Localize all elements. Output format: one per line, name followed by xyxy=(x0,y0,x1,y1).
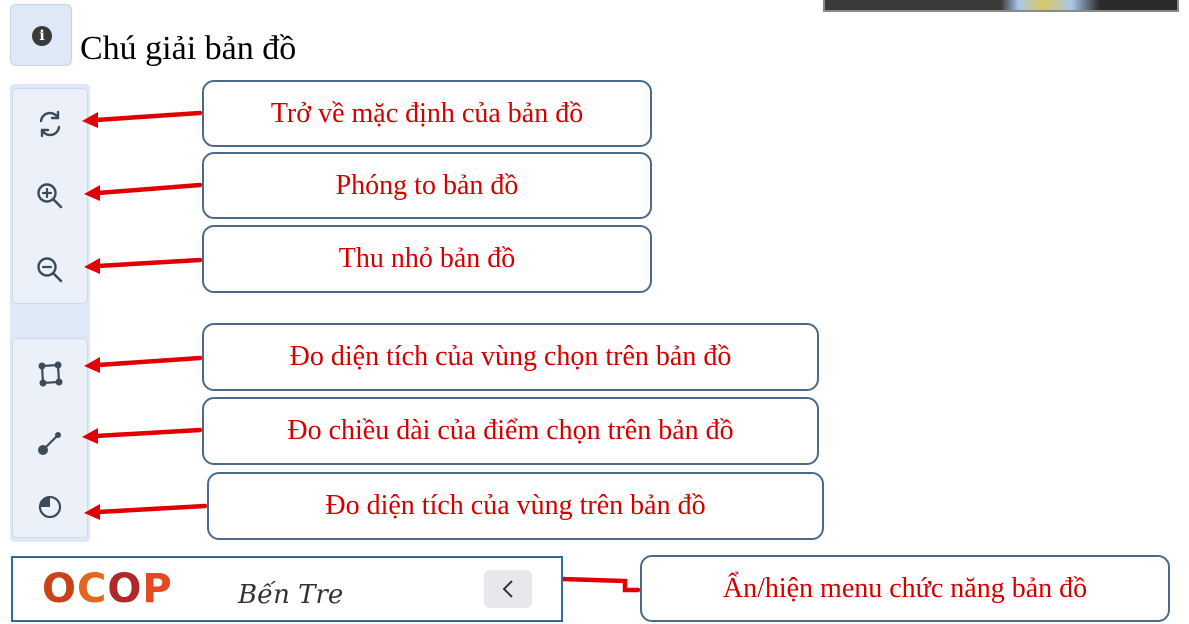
info-button[interactable]: i xyxy=(10,4,72,66)
polygon-select-icon xyxy=(38,361,63,387)
measure-circle-button[interactable] xyxy=(29,485,71,527)
logo-place-name: Bến Tre xyxy=(238,580,344,610)
chevron-left-icon xyxy=(502,580,513,598)
callout-measure-area: Đo diện tích của vùng trên bản đồ xyxy=(207,472,824,540)
logo-letter-o2: O xyxy=(107,566,143,612)
callout-measure-area-selection: Đo diện tích của vùng chọn trên bản đồ xyxy=(202,323,819,391)
zoom-out-button[interactable] xyxy=(29,249,71,291)
measure-tool-group xyxy=(12,338,88,538)
map-thumbnail xyxy=(823,0,1179,12)
circle-area-icon xyxy=(38,495,62,519)
logo-letter-c: C xyxy=(77,566,108,612)
zoom-out-icon xyxy=(37,257,63,283)
callout-toggle-menu: Ẩn/hiện menu chức năng bản đồ xyxy=(640,555,1170,622)
measure-length-button[interactable] xyxy=(29,421,71,463)
line-measure-icon xyxy=(38,432,61,455)
zoom-in-icon xyxy=(37,183,63,209)
zoom-in-button[interactable] xyxy=(29,175,71,217)
ocop-logo: OCOP xyxy=(42,566,173,612)
toggle-menu-button[interactable] xyxy=(484,570,532,608)
info-icon: i xyxy=(32,26,52,46)
measure-polygon-button[interactable] xyxy=(29,353,71,395)
zoom-tool-group xyxy=(12,88,88,304)
refresh-icon xyxy=(39,110,61,138)
map-toolbar xyxy=(10,84,90,542)
callout-zoom-in: Phóng to bản đồ xyxy=(202,152,652,219)
legend-title: Chú giải bản đồ xyxy=(80,30,297,67)
callout-zoom-out: Thu nhỏ bản đồ xyxy=(202,225,652,293)
reset-map-button[interactable] xyxy=(29,103,71,145)
callout-reset: Trở về mặc định của bản đồ xyxy=(202,80,652,147)
logo-letter-o1: O xyxy=(42,566,78,612)
callout-measure-length: Đo chiều dài của điểm chọn trên bản đồ xyxy=(202,397,819,465)
brand-bar: OCOP Bến Tre xyxy=(11,556,563,622)
logo-letter-p: P xyxy=(142,566,173,612)
